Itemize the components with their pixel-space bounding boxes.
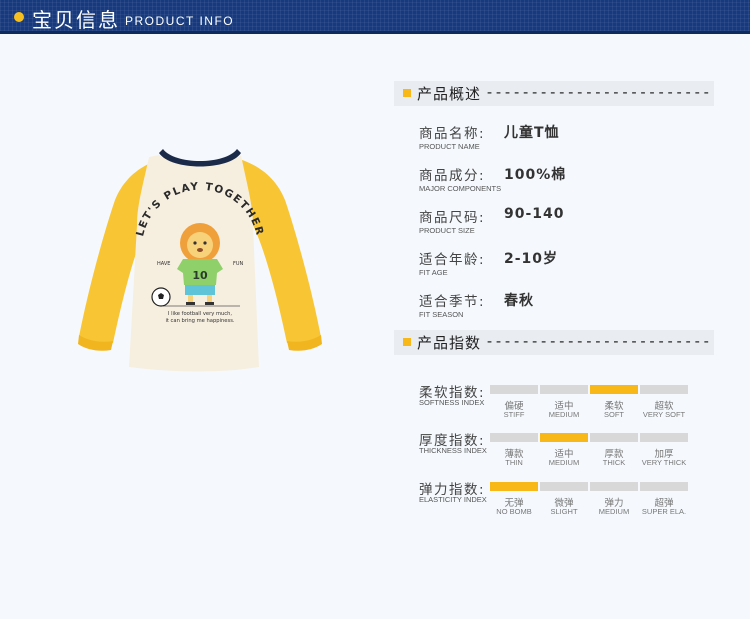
index-segment [490,482,538,491]
spec-row-age: 适合年龄: FIT AGE 2-10岁 [419,248,719,288]
index-row-elasticity: 弹力指数: ELASTICITY INDEX 无弹 微弹 弹力 超弹 NO BO… [419,478,709,518]
index-option-en: SOFT [604,410,624,419]
index-segment [540,385,588,394]
spec-value: 2-10岁 [504,251,559,267]
index-option-en: MEDIUM [548,410,580,419]
index-option-en: SLIGHT [550,507,578,516]
spec-label-cn: 适合季节: [419,294,486,310]
lion-face [187,232,213,258]
bullet-dot-icon [14,12,24,22]
index-option-en: SUPER ELA. [641,507,687,516]
print-left-small: HAVE [157,261,170,267]
spec-label-cn: 商品名称: [419,126,486,142]
index-label-en: SOFTNESS INDEX [419,398,485,407]
index-label-en: THICKNESS INDEX [419,446,487,455]
jersey-number: 10 [192,269,208,282]
section-square-icon [403,89,411,97]
spec-value: 儿童T恤 [504,125,560,141]
spec-row-name: 商品名称: PRODUCT NAME 儿童T恤 [419,122,719,162]
index-section-bar: 产品指数 ------------------------- [394,330,714,355]
print-caption-1: I like football very much, [168,311,233,317]
spec-row-size: 商品尺码: PRODUCT SIZE 90-140 [419,206,719,246]
product-image: LET'S PLAY TOGETHER 10 HAVE FUN I like f… [78,149,322,372]
index-segment [540,482,588,491]
index-segment [490,385,538,394]
print-caption-2: it can bring me happiness. [165,318,234,324]
spec-value: 90-140 [504,206,565,222]
spec-value: 春秋 [504,293,534,309]
index-row-softness: 柔软指数: SOFTNESS INDEX 偏硬 适中 柔软 超软 STIFF M… [419,381,709,421]
index-option-en: NO BOMB [496,507,532,516]
header-title-cn: 宝贝信息 [32,8,120,32]
index-segment [640,385,688,394]
index-segment [540,433,588,442]
spec-label-cn: 商品成分: [419,168,486,184]
index-option-en: STIFF [503,410,525,419]
index-segment [590,433,638,442]
overview-title: 产品概述 [417,85,482,103]
spec-label-en: PRODUCT NAME [419,142,480,151]
section-header: 宝贝信息 PRODUCT INFO [0,0,750,34]
index-segment [640,482,688,491]
index-segment [590,385,638,394]
index-label-en: ELASTICITY INDEX [419,495,487,504]
spec-row-components: 商品成分: MAJOR COMPONENTS 100%棉 [419,164,719,204]
index-segment [590,482,638,491]
lion-shorts [185,285,215,295]
index-title: 产品指数 [417,334,482,352]
spec-label-en: FIT AGE [419,268,448,277]
spec-label-en: PRODUCT SIZE [419,226,475,235]
header-title-en: PRODUCT INFO [125,14,235,28]
spec-label-en: MAJOR COMPONENTS [419,184,502,193]
spec-row-season: 适合季节: FIT SEASON 春秋 [419,290,719,330]
overview-dashes: ------------------------- [485,83,711,101]
index-segment [640,433,688,442]
overview-section-bar: 产品概述 ------------------------- [394,81,714,106]
spec-label-en: FIT SEASON [419,310,464,319]
index-dashes: ------------------------- [485,332,711,350]
spec-value: 100%棉 [504,167,567,183]
index-option-en: VERY SOFT [642,410,686,419]
index-segment [490,433,538,442]
index-option-en: MEDIUM [548,458,580,467]
index-option-en: VERY THICK [641,458,687,467]
section-square-icon [403,338,411,346]
index-option-en: MEDIUM [598,507,630,516]
spec-label-cn: 商品尺码: [419,210,486,226]
index-option-en: THICK [602,458,626,467]
spec-label-cn: 适合年龄: [419,252,486,268]
index-row-thickness: 厚度指数: THICKNESS INDEX 薄款 适中 厚款 加厚 THIN M… [419,429,709,469]
print-right-small: FUN [233,261,244,267]
index-option-en: THIN [505,458,523,467]
